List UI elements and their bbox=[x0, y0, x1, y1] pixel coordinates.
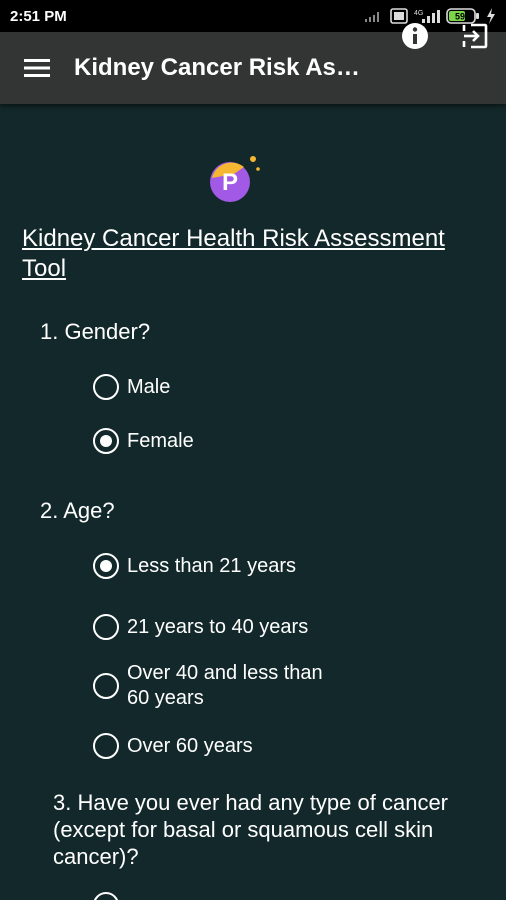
radio-selected-dot bbox=[100, 435, 112, 447]
radio-40-to-60[interactable] bbox=[93, 673, 119, 699]
app-title: Kidney Cancer Risk Ass... bbox=[74, 54, 364, 81]
option-female[interactable]: Female bbox=[93, 428, 194, 454]
option-over-60[interactable]: Over 60 years bbox=[93, 733, 253, 759]
menu-button[interactable] bbox=[0, 32, 74, 104]
radio-less-than-21[interactable] bbox=[93, 553, 119, 579]
hamburger-menu-icon bbox=[24, 59, 50, 77]
radio-over-60[interactable] bbox=[93, 733, 119, 759]
app-logo: P bbox=[210, 156, 260, 202]
option-21-to-40[interactable]: 21 years to 40 years bbox=[93, 614, 308, 640]
option-label: Over 40 and less than 60 years bbox=[127, 662, 323, 709]
option-label: 21 years to 40 years bbox=[127, 615, 309, 638]
option-40-to-60[interactable]: Over 40 and less than 60 years bbox=[93, 661, 337, 711]
exit-button[interactable] bbox=[454, 14, 496, 58]
option-male[interactable]: Male bbox=[93, 374, 170, 400]
radio-male[interactable] bbox=[93, 374, 119, 400]
status-time: 2:51 PM bbox=[10, 7, 67, 25]
option-label: Female bbox=[127, 429, 194, 452]
logo-letter: P bbox=[222, 169, 238, 196]
radio-prior-cancer-option[interactable] bbox=[93, 892, 119, 900]
radio-selected-dot bbox=[100, 560, 112, 572]
option-label: Male bbox=[127, 375, 171, 398]
option-label: Over 60 years bbox=[127, 734, 253, 757]
option-less-than-21[interactable]: Less than 21 years bbox=[93, 553, 296, 579]
radio-21-to-40[interactable] bbox=[93, 614, 119, 640]
info-button[interactable] bbox=[394, 14, 436, 58]
question-prior-cancer: 3. Have you ever had any type of cancer … bbox=[53, 790, 449, 869]
option-label: Less than 21 years bbox=[127, 554, 296, 577]
question-age: 2. Age? bbox=[40, 498, 115, 523]
signal-weak-icon bbox=[365, 12, 379, 22]
exit-icon bbox=[462, 23, 488, 49]
page-title: Kidney Cancer Health Risk Assessment Too… bbox=[22, 225, 445, 282]
radio-female[interactable] bbox=[93, 428, 119, 454]
question-gender: 1. Gender? bbox=[40, 319, 151, 344]
info-icon bbox=[402, 23, 428, 49]
